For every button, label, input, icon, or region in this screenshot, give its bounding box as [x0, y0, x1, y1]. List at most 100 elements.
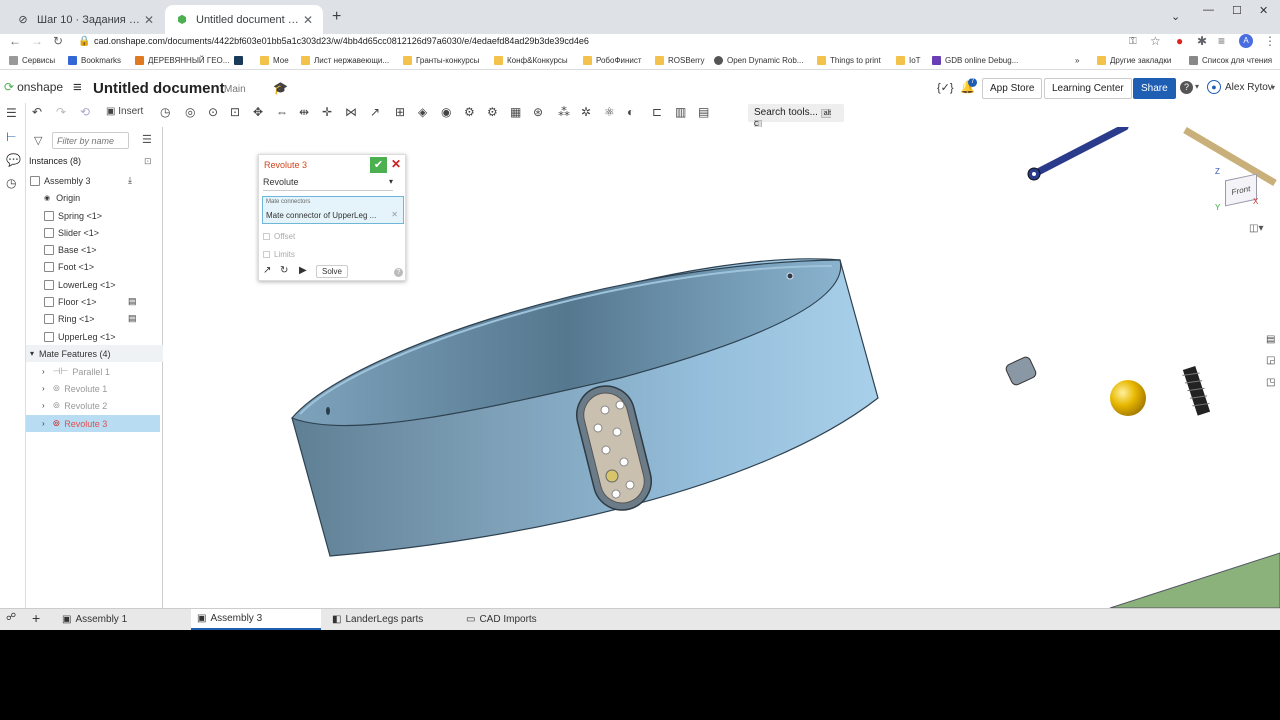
rack-pinion-icon[interactable]: ⚙ — [487, 105, 498, 119]
bookmark-item[interactable]: Bookmarks — [68, 56, 121, 65]
comments-icon[interactable]: 💬 — [6, 153, 21, 167]
user-avatar-icon[interactable]: ● — [1207, 80, 1221, 94]
url-field[interactable]: cad.onshape.com/documents/4422bf603e01bb… — [94, 36, 589, 46]
mate-connector-icon[interactable]: ⊞ — [395, 105, 405, 119]
tab-landerlegs-parts[interactable]: ◧ LanderLegs parts — [326, 609, 456, 630]
app-store-button[interactable]: App Store — [982, 78, 1043, 99]
gear-relation-icon[interactable]: ⚙ — [464, 105, 475, 119]
mate-item-revolute-3[interactable]: › ⊚ Revolute 3 — [26, 415, 160, 432]
mate-connectors-field[interactable]: Mate connectors Mate connector of UpperL… — [262, 196, 404, 224]
filter-icon[interactable]: ▽ — [34, 134, 42, 147]
filter-input[interactable] — [52, 132, 129, 149]
new-tab-button[interactable]: + — [332, 8, 341, 26]
tree-item-base[interactable]: Base <1> — [44, 241, 181, 258]
mate-type-select[interactable]: Revolute ▾ — [263, 177, 393, 191]
group-icon[interactable]: ◈ — [418, 105, 427, 119]
limits-checkbox[interactable]: Limits — [263, 250, 295, 259]
pattern-icon[interactable]: ⁂ — [558, 105, 570, 119]
document-title[interactable]: Untitled document — [93, 80, 225, 97]
bookmark-item[interactable]: Список для чтения — [1189, 56, 1272, 65]
star-icon[interactable]: ☆ — [1150, 34, 1161, 48]
cylindrical-mate-icon[interactable]: ⇔ — [276, 105, 288, 119]
explode-icon[interactable]: ⚛ — [604, 105, 615, 119]
side-panel-icon[interactable]: ▤ — [1266, 334, 1275, 345]
bookmark-item[interactable]: Лист нержавеющи... — [301, 56, 389, 65]
close-icon[interactable]: ✕ — [144, 13, 154, 27]
reload-icon[interactable]: ↻ — [53, 34, 63, 48]
slider-mate-icon[interactable]: ⊡ — [230, 105, 240, 119]
pin-slot-mate-icon[interactable]: ⇹ — [299, 105, 309, 119]
close-icon[interactable]: ✕ — [303, 13, 313, 27]
circular-pattern-icon[interactable]: ✲ — [581, 105, 591, 119]
mate-item-parallel[interactable]: › ⊣⊢ Parallel 1 — [26, 363, 163, 380]
help-icon[interactable]: ? — [394, 268, 403, 277]
bookmark-item[interactable]: РобоФинист — [583, 56, 642, 65]
search-tools-input[interactable]: Search tools... alt C — [748, 104, 844, 129]
solve-button[interactable]: Solve — [316, 265, 348, 278]
bookmark-item[interactable]: ROSBerry — [655, 56, 704, 65]
measure-icon[interactable]: ⊏ — [652, 105, 662, 119]
help-icon[interactable]: ? — [1180, 81, 1193, 94]
folder-add-icon[interactable]: ⊡ — [144, 156, 152, 167]
mate-item-revolute-2[interactable]: › ⊚ Revolute 2 — [26, 397, 163, 414]
mate-item-revolute-1[interactable]: › ⊚ Revolute 1 — [26, 380, 163, 397]
view-cube[interactable]: Front Z X Y — [1211, 157, 1267, 217]
remove-selection-icon[interactable]: ✕ — [391, 210, 398, 219]
bookmark-item[interactable]: Things to print — [817, 56, 881, 65]
back-icon[interactable]: ← — [9, 34, 21, 48]
graduation-cap-icon[interactable]: 🎓 — [273, 81, 288, 95]
download-icon[interactable]: ⤓ — [128, 175, 132, 186]
bookmark-item[interactable]: ДЕРЕВЯННЫЙ ГЕО... — [135, 56, 229, 65]
linear-relation-icon[interactable]: ⊛ — [533, 105, 543, 119]
bookmark-item[interactable]: GDB online Debug... — [932, 56, 1018, 65]
redo-icon[interactable]: ↷ — [56, 105, 66, 119]
bookmark-item[interactable]: Конф&Конкурсы — [494, 56, 568, 65]
planar-mate-icon[interactable]: ✥ — [253, 105, 263, 119]
tree-item-slider[interactable]: Slider <1> — [44, 224, 181, 241]
bookmark-item[interactable]: Open Dynamic Rob... — [714, 56, 803, 65]
mass-properties-icon[interactable]: ▥ — [675, 105, 686, 119]
tree-item-spring[interactable]: Spring <1> — [44, 207, 181, 224]
history-icon[interactable]: ◷ — [6, 176, 16, 190]
maximize-icon[interactable]: ☐ — [1232, 4, 1242, 17]
tree-item-upperleg[interactable]: UpperLeg <1> — [44, 328, 181, 345]
tangent-mate-icon[interactable]: ↗ — [370, 105, 380, 119]
add-tab-icon[interactable]: + — [32, 610, 40, 626]
share-button[interactable]: Share — [1133, 78, 1176, 99]
branch-label[interactable]: Main — [224, 84, 246, 95]
key-icon[interactable]: ⚿ — [1129, 36, 1137, 47]
onshape-logo[interactable]: ⟳ onshape — [4, 80, 63, 94]
learning-center-button[interactable]: Learning Center — [1044, 78, 1132, 99]
tab-assembly-3[interactable]: ▣ Assembly 3 — [191, 609, 321, 630]
browser-tab-stepik[interactable]: ⊘ Шаг 10 · Задания · Stepik ✕ — [6, 5, 164, 34]
parallel-mate-icon[interactable]: ⋈ — [345, 105, 357, 119]
mate-connector-value[interactable]: Mate connector of UpperLeg ... — [266, 211, 376, 220]
tab-list-icon[interactable]: ☍ — [6, 612, 16, 623]
forward-icon[interactable]: → — [31, 34, 43, 48]
bookmark-item[interactable]: Другие закладки — [1097, 56, 1171, 65]
feature-list-icon[interactable]: ☰ — [6, 106, 17, 120]
tree-item-foot[interactable]: Foot <1> — [44, 258, 181, 275]
menu-icon[interactable]: ⋮ — [1264, 34, 1276, 48]
lock-icon[interactable]: 🔒 — [78, 36, 90, 47]
configuration-panel-icon[interactable]: ◳ — [1266, 377, 1275, 388]
undo-icon[interactable]: ↶ — [32, 105, 42, 119]
section-icon[interactable]: ◐ — [627, 105, 634, 119]
tab-cad-imports[interactable]: ▭ CAD Imports — [460, 609, 590, 630]
tree-root-assembly[interactable]: Assembly 3 — [30, 172, 167, 189]
bookmark-more-button[interactable]: » — [1075, 56, 1079, 65]
profile-avatar[interactable]: A — [1239, 34, 1253, 48]
tree-item-origin[interactable]: ◉ Origin — [44, 189, 181, 206]
rotate-icon[interactable]: ↻ — [280, 265, 288, 276]
refresh-icon[interactable]: ⟲ — [80, 105, 90, 119]
bom-icon[interactable]: ▤ — [698, 105, 709, 119]
offset-checkbox[interactable]: Offset — [263, 232, 295, 241]
insert-button[interactable]: ▣ Insert — [106, 106, 143, 117]
user-name[interactable]: Alex Rytov — [1225, 82, 1273, 93]
extensions-icon[interactable]: ✱ — [1197, 34, 1207, 48]
accept-button[interactable]: ✔ — [370, 157, 387, 173]
ball-mate-icon[interactable]: ✛ — [322, 105, 332, 119]
flip-axis-icon[interactable]: ↗ — [263, 265, 271, 276]
tab-search-icon[interactable]: ⌄ — [1171, 10, 1180, 23]
tree-item-lowerleg[interactable]: LowerLeg <1> — [44, 276, 181, 293]
